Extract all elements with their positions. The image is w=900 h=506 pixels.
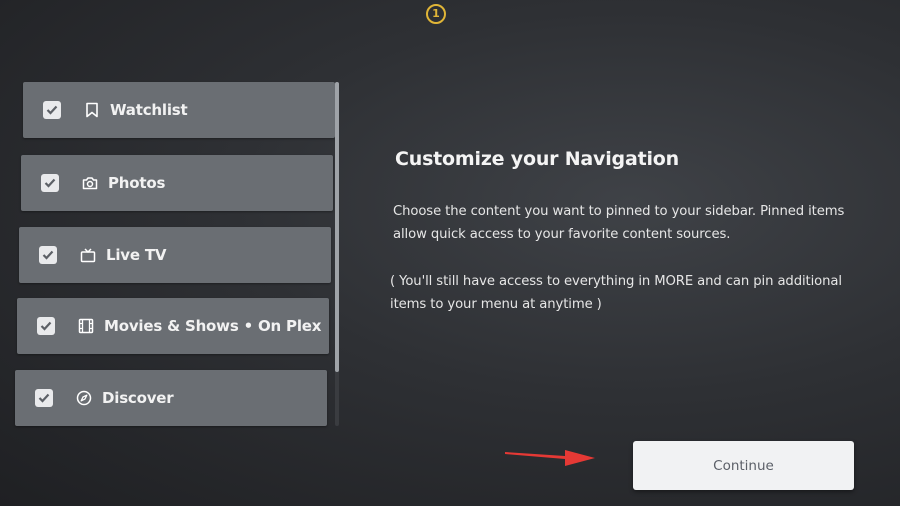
nav-item-label: Discover — [102, 389, 174, 407]
checkmark-icon — [42, 250, 54, 260]
film-icon — [77, 317, 95, 335]
nav-item-label: Live TV — [106, 246, 167, 264]
navigation-list: Watchlist Photos Live TV Movies & Shows … — [0, 0, 360, 506]
watchlist-checkbox[interactable] — [43, 101, 61, 119]
content-panel: Customize your Navigation Choose the con… — [390, 148, 860, 316]
description-text: Choose the content you want to pinned to… — [393, 204, 845, 242]
step-marker: 1 — [426, 4, 446, 24]
nav-item-label: Movies & Shows • On Plex — [104, 317, 322, 335]
checkmark-icon — [38, 393, 50, 403]
movies-shows-checkbox[interactable] — [37, 317, 55, 335]
note-text: ( You'll still have access to everything… — [390, 274, 842, 312]
checkmark-icon — [44, 178, 56, 188]
tv-icon — [79, 246, 97, 264]
live-tv-checkbox[interactable] — [39, 246, 57, 264]
compass-icon — [75, 389, 93, 407]
scrollbar[interactable] — [335, 82, 339, 426]
camera-icon — [81, 174, 99, 192]
scrollbar-thumb[interactable] — [335, 82, 339, 372]
nav-item-photos[interactable]: Photos — [21, 155, 333, 211]
photos-checkbox[interactable] — [41, 174, 59, 192]
nav-item-movies-shows[interactable]: Movies & Shows • On Plex — [17, 298, 329, 354]
nav-item-label: Watchlist — [110, 101, 188, 119]
nav-item-discover[interactable]: Discover — [15, 370, 327, 426]
bookmark-icon — [83, 101, 101, 119]
page-title: Customize your Navigation — [395, 148, 679, 170]
nav-item-live-tv[interactable]: Live TV — [19, 227, 331, 283]
discover-checkbox[interactable] — [35, 389, 53, 407]
arrow-right-icon — [505, 450, 595, 466]
continue-button[interactable]: Continue — [633, 441, 854, 490]
checkmark-icon — [40, 321, 52, 331]
nav-item-watchlist[interactable]: Watchlist — [23, 82, 335, 138]
nav-item-label: Photos — [108, 174, 166, 192]
checkmark-icon — [46, 105, 58, 115]
